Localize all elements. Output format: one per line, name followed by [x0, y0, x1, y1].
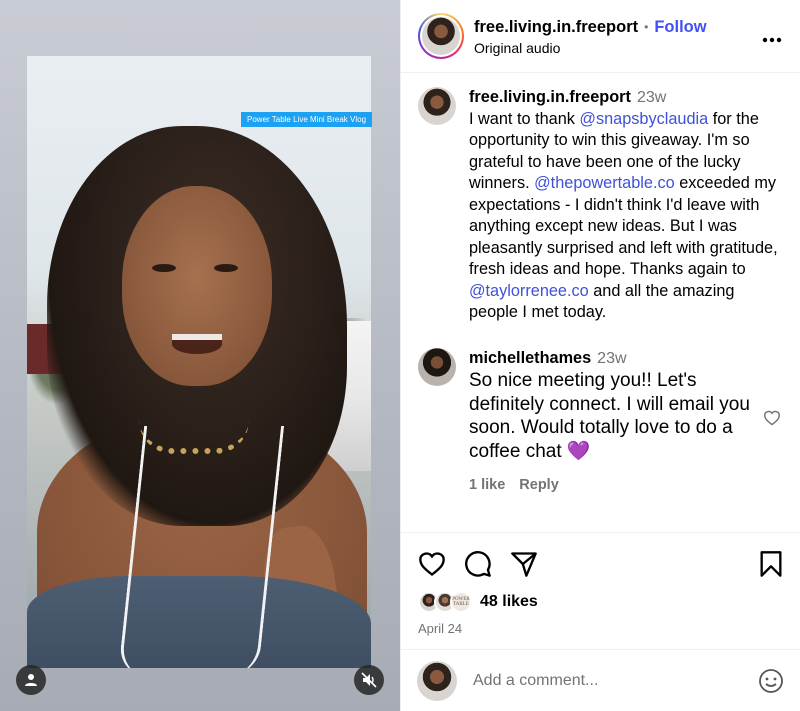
original-audio-link[interactable]: Original audio [474, 40, 758, 56]
comment-text: So nice meeting you!! Let's definitely c… [469, 370, 750, 462]
person-eye [152, 264, 176, 272]
caption-timestamp[interactable]: 23w [637, 89, 666, 106]
avatar[interactable] [418, 87, 456, 125]
emoji-icon[interactable] [758, 668, 784, 694]
likes-count[interactable]: 48 likes [480, 593, 538, 611]
comment-likes-count[interactable]: 1 like [469, 477, 505, 493]
post-side-panel: free.living.in.freeport • Follow Origina… [400, 0, 800, 711]
comments-section[interactable]: free.living.in.freeport 23w I want to tha… [401, 73, 800, 532]
post-actions: POWER TABLE 48 likes April 24 [401, 532, 800, 649]
comment-icon[interactable] [464, 550, 492, 578]
post-caption: free.living.in.freeport 23w I want to tha… [418, 87, 783, 324]
comment-item: michellethames 23w So nice meeting you!! … [418, 347, 783, 493]
user-icon [25, 674, 37, 686]
caption-username[interactable]: free.living.in.freeport [469, 88, 631, 106]
comment-like-heart-icon[interactable] [763, 410, 781, 426]
mention-link[interactable]: @thepowertable.co [534, 174, 675, 192]
author-username[interactable]: free.living.in.freeport [474, 17, 638, 37]
comment-timestamp[interactable]: 23w [597, 350, 626, 367]
story-ring-avatar[interactable] [418, 13, 464, 59]
likes-summary[interactable]: POWER TABLE 48 likes [418, 591, 783, 613]
follow-button[interactable]: Follow [654, 17, 706, 37]
add-comment-input[interactable] [473, 671, 758, 690]
video-caption-tag: Power Table Live Mini Break Vlog [241, 112, 373, 127]
avatar[interactable] [418, 347, 456, 386]
media-pane[interactable]: Power Table Live Mini Break Vlog [0, 0, 400, 711]
mention-link[interactable]: @taylorrenee.co [469, 282, 589, 300]
caption-segment: I want to thank [469, 109, 580, 128]
mention-link[interactable]: @snapsbyclaudia [579, 110, 708, 128]
mute-toggle-button[interactable] [354, 665, 384, 695]
person-mouth [172, 334, 222, 354]
reply-button[interactable]: Reply [519, 477, 559, 493]
instagram-post-modal: Power Table Live Mini Break Vlog free.li… [0, 0, 800, 711]
avatar [417, 660, 457, 701]
lanyard [117, 426, 285, 668]
video-frame[interactable] [27, 56, 371, 668]
share-icon[interactable] [510, 551, 538, 577]
tagged-users-button[interactable] [16, 665, 46, 695]
caption-text: free.living.in.freeport 23w I want to tha… [469, 87, 783, 324]
heart-icon[interactable] [418, 551, 446, 577]
person-eye [214, 264, 238, 272]
bookmark-icon[interactable] [759, 550, 783, 578]
speaker-muted-icon [361, 672, 377, 688]
comment-username[interactable]: michellethames [469, 349, 591, 367]
comment-header: michellethames 23w [469, 348, 753, 370]
post-date[interactable]: April 24 [418, 621, 783, 636]
more-options-icon[interactable] [758, 26, 786, 46]
liker-avatar: POWER TABLE [450, 591, 472, 613]
avatar [422, 17, 460, 55]
separator-dot: • [644, 19, 649, 34]
person-face [122, 186, 272, 386]
comment-composer [401, 649, 800, 711]
post-header: free.living.in.freeport • Follow Origina… [401, 0, 800, 73]
